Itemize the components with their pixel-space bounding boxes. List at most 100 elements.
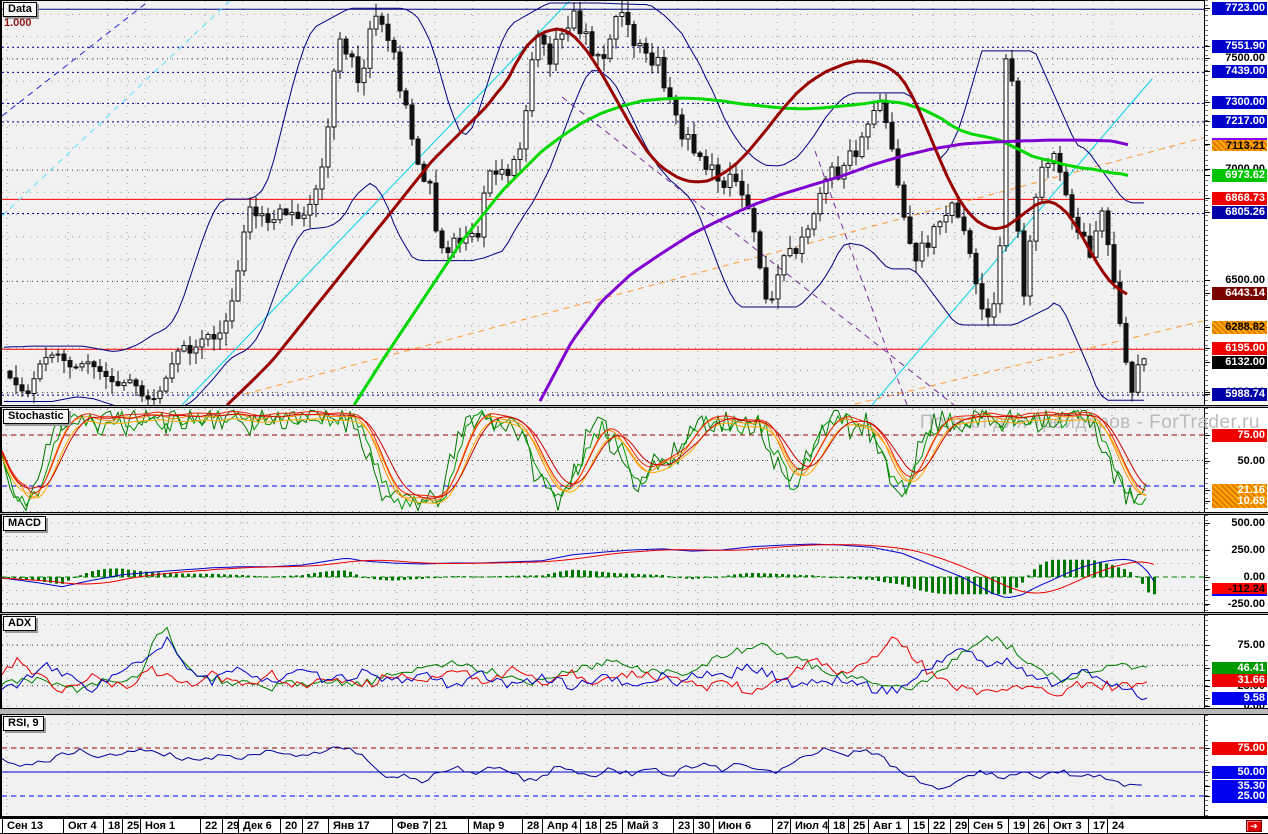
x-axis-tick <box>790 819 791 833</box>
axis-tick <box>1205 46 1210 48</box>
price-label-6443.14: 6443.14 <box>1212 287 1267 301</box>
price-label-7113.21: 7113.21 <box>1212 137 1267 152</box>
x-axis-tick <box>522 819 523 833</box>
axis-tick-label: 500.00 <box>1231 516 1265 529</box>
x-axis-tick <box>928 819 929 833</box>
stochastic-plot-layer <box>2 408 1204 512</box>
x-axis-tick <box>542 819 543 833</box>
x-axis-label: 15 <box>913 820 926 832</box>
price-label-7217.00: 7217.00 <box>1212 114 1267 128</box>
price-label-7439.00: 7439.00 <box>1212 65 1267 79</box>
axis-tick <box>1205 212 1210 214</box>
axis-tick-label: 6500.00 <box>1225 274 1265 287</box>
price-label-6132.00: 6132.00 <box>1212 356 1267 370</box>
x-axis-tick <box>1028 819 1029 833</box>
axis-tick <box>1205 394 1210 396</box>
x-axis-label: Апр 4 <box>547 820 578 832</box>
x-axis-tick <box>600 819 601 833</box>
axis-tick <box>1205 786 1210 788</box>
x-axis-label: Май 3 <box>627 820 659 832</box>
x-axis-tick <box>673 819 674 833</box>
x-axis-tick <box>302 819 303 833</box>
axis-tick <box>1205 500 1210 502</box>
price-label-6805.26: 6805.26 <box>1212 206 1267 220</box>
x-axis-label: 22 <box>933 820 946 832</box>
price-label-6973.62: 6973.62 <box>1212 168 1267 182</box>
axis-tick <box>1205 435 1210 437</box>
x-axis-label: 18 <box>108 820 121 832</box>
scroll-right-button[interactable]: ➔ <box>1246 820 1262 832</box>
price-label--112.24: -112.24 <box>1212 583 1267 597</box>
indicator-title-rsi[interactable]: RSI, 9 <box>3 716 44 731</box>
x-axis-label: 17 <box>1093 820 1106 832</box>
price-label-6288.82: 6288.82 <box>1212 321 1267 335</box>
x-axis-tick <box>103 819 104 833</box>
band-upper <box>3 2 1144 352</box>
x-axis-label: 25 <box>127 820 140 832</box>
x-axis-tick <box>1008 819 1009 833</box>
axis-tick <box>1205 796 1210 798</box>
x-axis-label: 25 <box>605 820 618 832</box>
trading-terminal-window: Портал для трейдеров - ForTrader.ru 7500… <box>0 0 1268 834</box>
x-axis-label: 29 <box>955 820 968 832</box>
stochastic-series <box>2 408 1147 511</box>
axis-tick <box>1205 120 1210 122</box>
x-axis-tick <box>772 819 773 833</box>
x-axis-label: 22 <box>205 820 218 832</box>
panel-main[interactable]: Data 1.000 <box>0 0 1204 405</box>
panel-adx[interactable]: ADX <box>0 615 1204 708</box>
axis-tick <box>1205 549 1210 551</box>
main-series-value: 1.000 <box>4 17 32 29</box>
x-axis-tick <box>622 819 623 833</box>
x-axis-label: 27 <box>777 820 790 832</box>
x-axis-tick <box>1048 819 1049 833</box>
x-axis-tick <box>430 819 431 833</box>
x-axis-tick <box>238 819 239 833</box>
x-axis-label: Июл 4 <box>795 820 829 832</box>
axis-tick <box>1205 685 1210 687</box>
axis-tick <box>1205 348 1210 350</box>
x-axis-tick <box>950 819 951 833</box>
x-axis-tick <box>868 819 869 833</box>
panel-stochastic[interactable]: Stochastic <box>0 408 1204 512</box>
x-axis-label: Авг 1 <box>873 820 902 832</box>
axis-tick <box>1205 102 1210 104</box>
adx-plot-layer <box>2 615 1204 708</box>
stochastic-series <box>2 408 1147 512</box>
price-axis-gutter: 7500.007000.006500.006000.007723.007551.… <box>1204 0 1268 818</box>
axis-tick-label: 7500.00 <box>1225 51 1265 64</box>
axis-tick-label: 75.00 <box>1237 639 1265 652</box>
panel-macd[interactable]: MACD <box>0 515 1204 612</box>
axis-tick-label: 50.00 <box>1237 454 1265 467</box>
x-axis-label: Сен 5 <box>973 820 1003 832</box>
panel-splitter[interactable] <box>0 405 1268 408</box>
x-axis-label: 30 <box>698 820 711 832</box>
panel-splitter[interactable] <box>0 512 1268 515</box>
indicator-title-main[interactable]: Data <box>3 2 37 17</box>
indicator-title-macd[interactable]: MACD <box>3 516 46 531</box>
panel-splitter[interactable] <box>0 612 1268 615</box>
x-axis-label: 21 <box>435 820 448 832</box>
x-axis-label: Мар 9 <box>473 820 505 832</box>
axis-tick-label: 0.00 <box>1243 570 1265 583</box>
axis-tick <box>1205 57 1210 59</box>
axis-tick <box>1205 8 1210 10</box>
x-axis-label: 19 <box>1013 820 1026 832</box>
rsi-plot-layer <box>2 715 1204 816</box>
x-axis: Сен 13 Окт 4 18 25 Ноя 1 22 29 Дек 6 20 27 Янв 17 Ф… <box>0 818 1268 834</box>
indicator-title-adx[interactable]: ADX <box>3 616 37 631</box>
axis-tick <box>1205 169 1210 171</box>
axis-tick-label: 250.00 <box>1231 543 1265 556</box>
x-axis-label: Окт 3 <box>1053 820 1082 832</box>
price-label-5988.74: 5988.74 <box>1212 388 1267 402</box>
x-axis-tick <box>392 819 393 833</box>
panel-splitter[interactable] <box>0 708 1268 715</box>
panel-rsi[interactable]: RSI, 9 <box>0 715 1204 816</box>
rsi-line <box>2 746 1143 790</box>
x-axis-label: Янв 17 <box>333 820 370 832</box>
x-axis-tick <box>468 819 469 833</box>
stochastic-series <box>2 418 1147 504</box>
axis-tick <box>1205 603 1210 605</box>
price-label-31.66: 31.66 <box>1212 674 1267 688</box>
indicator-title-stochastic[interactable]: Stochastic <box>3 409 69 424</box>
